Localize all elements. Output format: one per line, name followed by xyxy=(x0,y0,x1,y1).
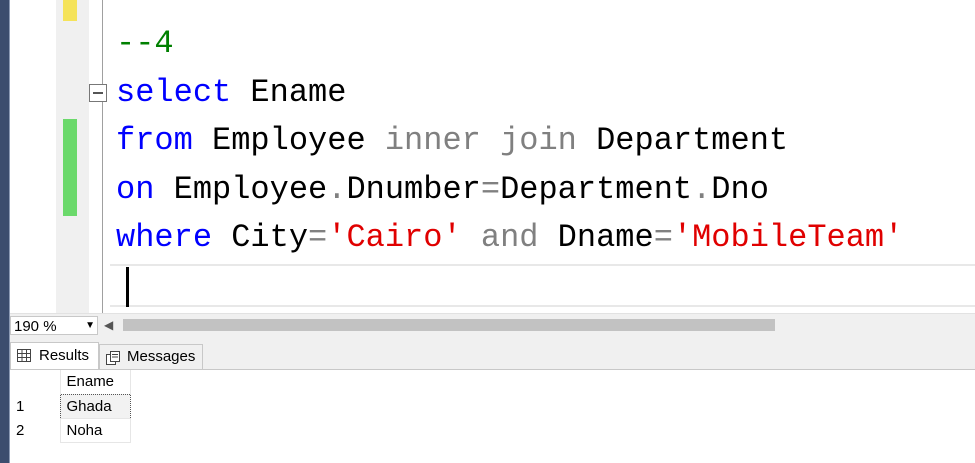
code-token: inner join xyxy=(384,122,577,159)
code-token: = xyxy=(308,219,328,256)
tab-messages[interactable]: Messages xyxy=(99,344,203,369)
glyph-margin xyxy=(10,0,56,313)
code-token: and xyxy=(461,219,558,256)
zoom-dropdown[interactable]: 190 % ▼ xyxy=(10,316,98,335)
code-token: Dno xyxy=(711,170,769,208)
horizontal-scrollbar-thumb[interactable] xyxy=(123,319,775,331)
code-token: on xyxy=(116,170,155,208)
collapse-region-icon[interactable] xyxy=(89,84,107,102)
messages-icon xyxy=(106,351,122,369)
row-number[interactable]: 2 xyxy=(12,418,60,442)
code-token: Employee xyxy=(154,170,328,208)
row-number[interactable]: 1 xyxy=(12,394,60,418)
tab-messages-label: Messages xyxy=(127,348,196,365)
results-tab-strip: Results Messages xyxy=(10,336,975,369)
saved-change-marker xyxy=(63,119,77,216)
code-token: Employee xyxy=(192,122,385,159)
code-line[interactable]: from Employee inner join Department xyxy=(116,117,903,166)
zoom-level: 190 % xyxy=(14,318,57,335)
query-editor[interactable]: --4 select Ename from Employee inner join … xyxy=(10,0,975,313)
grid-cell[interactable]: Ghada xyxy=(59,393,131,419)
grid-icon xyxy=(17,349,31,366)
code-line[interactable]: where City='Cairo' and Dname='MobileTeam… xyxy=(116,214,903,263)
code-token: from xyxy=(116,122,193,159)
table-row: 2 Noha xyxy=(12,417,131,443)
tab-results-label: Results xyxy=(39,347,90,364)
code-token: Dnumber xyxy=(346,170,481,208)
code-line[interactable]: on Employee.Dnumber=Department.Dno xyxy=(116,166,903,215)
code-token: Dname xyxy=(557,219,654,256)
code-token: . xyxy=(692,170,712,208)
code-token: Department xyxy=(500,170,693,208)
code-token: 'MobileTeam' xyxy=(672,219,904,256)
code-token: where xyxy=(116,219,213,256)
triangle-left-icon[interactable]: ◀ xyxy=(104,316,113,334)
results-grid-area: Ename 1 Ghada 2 Noha xyxy=(10,370,975,463)
window-left-edge xyxy=(0,0,9,463)
code-line[interactable] xyxy=(116,263,903,312)
sql-code[interactable]: --4 select Ename from Employee inner join … xyxy=(116,20,903,311)
table-row: 1 Ghada xyxy=(12,393,131,419)
unsaved-change-marker xyxy=(63,0,77,21)
code-token: = xyxy=(653,219,673,256)
column-header-ename[interactable]: Ename xyxy=(59,370,131,394)
tab-results[interactable]: Results xyxy=(10,342,99,369)
grid-cell[interactable]: Noha xyxy=(59,417,131,443)
code-token: = xyxy=(480,170,501,208)
code-token: City xyxy=(212,219,309,256)
outlining-margin xyxy=(89,0,110,313)
code-token: --4 xyxy=(116,25,174,62)
text-caret xyxy=(126,267,129,307)
code-line[interactable]: select Ename xyxy=(116,69,903,118)
chevron-down-icon[interactable]: ▼ xyxy=(85,317,95,334)
editor-status-bar: 190 % ▼ ◀ xyxy=(10,313,975,336)
code-token: Ename xyxy=(231,73,347,111)
code-line[interactable]: --4 xyxy=(116,20,903,69)
code-token: select xyxy=(116,73,232,111)
row-header-corner[interactable] xyxy=(12,370,60,394)
outline-guide-line xyxy=(102,0,103,313)
code-token: Department xyxy=(576,122,789,159)
results-grid: Ename 1 Ghada 2 Noha xyxy=(12,370,131,443)
code-token: . xyxy=(327,170,347,208)
code-token: 'Cairo' xyxy=(327,219,462,256)
grid-header-row: Ename xyxy=(12,370,131,394)
